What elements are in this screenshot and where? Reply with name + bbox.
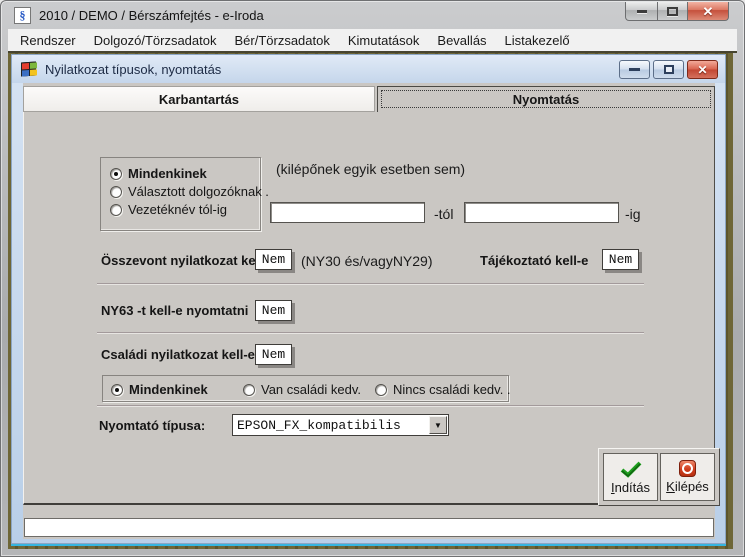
separator <box>97 405 644 406</box>
radio-icon[interactable] <box>110 168 122 180</box>
power-icon <box>679 460 696 477</box>
radio-option-mindenkinek[interactable]: Mindenkinek <box>110 166 260 181</box>
tajekoztato-toggle-button[interactable]: Nem <box>602 249 639 270</box>
status-bar <box>24 518 714 537</box>
mdi-area: Nyilatkozat típusok, nyomtatás ✕ Karbant… <box>8 53 733 549</box>
scope-note: (kilépőnek egyik esetben sem) <box>276 161 465 177</box>
menu-item-ber-torzsadatok[interactable]: Bér/Törzsadatok <box>225 30 338 51</box>
radio-label: Van családi kedv. <box>261 382 361 397</box>
dialog-close-button[interactable]: ✕ <box>687 60 718 79</box>
tajekoztato-label: Tájékoztató kell-e <box>480 253 588 268</box>
menu-item-kimutatasok[interactable]: Kimutatások <box>339 30 429 51</box>
action-button-panel: Indítás Kilépés <box>598 448 720 506</box>
minimize-icon <box>637 10 647 13</box>
radio-label: Mindenkinek <box>128 166 207 181</box>
radio-option-family-mindenkinek[interactable]: Mindenkinek <box>111 382 208 397</box>
radio-label: Nincs családi kedv. . <box>393 382 511 397</box>
family-radio-group: Mindenkinek Van családi kedv. Nincs csal… <box>102 375 509 402</box>
close-icon: ✕ <box>703 5 714 18</box>
maximize-button[interactable] <box>657 2 688 21</box>
start-button[interactable]: Indítás <box>603 453 658 501</box>
dialog-minimize-button[interactable] <box>619 60 650 79</box>
radio-option-vezeteknev[interactable]: Vezetéknév tól-ig <box>110 202 260 217</box>
ny63-label: NY63 -t kell-e nyomtatni <box>101 303 248 318</box>
window-title: 2010 / DEMO / Bérszámfejtés - e-Iroda <box>39 8 264 23</box>
menu-item-rendszer[interactable]: Rendszer <box>11 30 85 51</box>
radio-label: Választott dolgozóknak . <box>128 184 269 199</box>
minimize-icon <box>629 68 640 71</box>
to-name-input[interactable] <box>464 202 619 223</box>
separator <box>97 283 644 284</box>
radio-icon[interactable] <box>110 186 122 198</box>
separator <box>97 332 644 333</box>
radio-option-van-csaladi[interactable]: Van családi kedv. <box>243 382 361 397</box>
radio-icon[interactable] <box>243 384 255 396</box>
tab-nyomtatas[interactable]: Nyomtatás <box>377 86 715 112</box>
dialog-controls: ✕ <box>619 60 718 79</box>
tab-karbantartas[interactable]: Karbantartás <box>23 86 375 112</box>
radio-option-nincs-csaladi[interactable]: Nincs családi kedv. . <box>375 382 511 397</box>
window-controls: ✕ <box>626 2 729 21</box>
radio-icon[interactable] <box>110 204 122 216</box>
from-suffix-label: -tól <box>434 206 453 222</box>
main-window: § 2010 / DEMO / Bérszámfejtés - e-Iroda … <box>0 0 745 557</box>
radio-label: Vezetéknév tól-ig <box>128 202 227 217</box>
menubar: Rendszer Dolgozó/Törzsadatok Bér/Törzsad… <box>8 29 737 51</box>
printer-type-label: Nyomtató típusa: <box>99 418 205 433</box>
restore-icon <box>664 65 674 74</box>
to-suffix-label: -ig <box>625 206 641 222</box>
radio-icon[interactable] <box>111 384 123 396</box>
radio-option-valasztott[interactable]: Választott dolgozóknak . <box>110 184 260 199</box>
osszevont-label: Összevont nyilatkozat kell-e <box>101 253 274 268</box>
menu-item-listakezelo[interactable]: Listakezelő <box>496 30 579 51</box>
exit-button[interactable]: Kilépés <box>660 453 715 501</box>
printer-type-value: EPSON_FX_kompatibilis <box>233 418 429 433</box>
maximize-icon <box>667 7 678 16</box>
tab-bar: Karbantartás Nyomtatás <box>23 86 715 112</box>
ny63-toggle-button[interactable]: Nem <box>255 300 292 321</box>
radio-icon[interactable] <box>375 384 387 396</box>
menu-item-bevallas[interactable]: Bevallás <box>428 30 495 51</box>
printer-type-dropdown[interactable]: EPSON_FX_kompatibilis ▼ <box>232 414 449 436</box>
print-tab-page: Mindenkinek Választott dolgozóknak . Vez… <box>23 112 715 505</box>
chevron-down-icon[interactable]: ▼ <box>429 416 447 434</box>
dialog-client: Karbantartás Nyomtatás Mindenkinek Válas… <box>23 83 715 539</box>
windows-flag-icon <box>21 61 36 76</box>
osszevont-toggle-button[interactable]: Nem <box>255 249 292 270</box>
from-name-input[interactable] <box>270 202 425 223</box>
radio-label: Mindenkinek <box>129 382 208 397</box>
close-icon: ✕ <box>697 64 707 76</box>
menu-item-dolgozo-torzsadatok[interactable]: Dolgozó/Törzsadatok <box>85 30 226 51</box>
dialog-restore-button[interactable] <box>653 60 684 79</box>
app-icon: § <box>14 7 31 24</box>
minimize-button[interactable] <box>625 2 658 21</box>
main-titlebar: § 2010 / DEMO / Bérszámfejtés - e-Iroda … <box>2 2 743 29</box>
dialog-titlebar: Nyilatkozat típusok, nyomtatás ✕ <box>12 55 725 83</box>
scope-radio-group: Mindenkinek Választott dolgozóknak . Vez… <box>100 157 261 231</box>
dialog-window: Nyilatkozat típusok, nyomtatás ✕ Karbant… <box>11 54 726 544</box>
close-button[interactable]: ✕ <box>687 2 729 21</box>
check-icon <box>619 460 643 478</box>
csaladi-label: Családi nyilatkozat kell-e <box>101 347 255 362</box>
csaladi-toggle-button[interactable]: Nem <box>255 344 292 365</box>
start-button-label: Indítás <box>611 480 650 495</box>
exit-button-label: Kilépés <box>666 479 709 494</box>
dialog-title: Nyilatkozat típusok, nyomtatás <box>45 62 221 77</box>
ny30-note: (NY30 és/vagyNY29) <box>301 253 433 269</box>
